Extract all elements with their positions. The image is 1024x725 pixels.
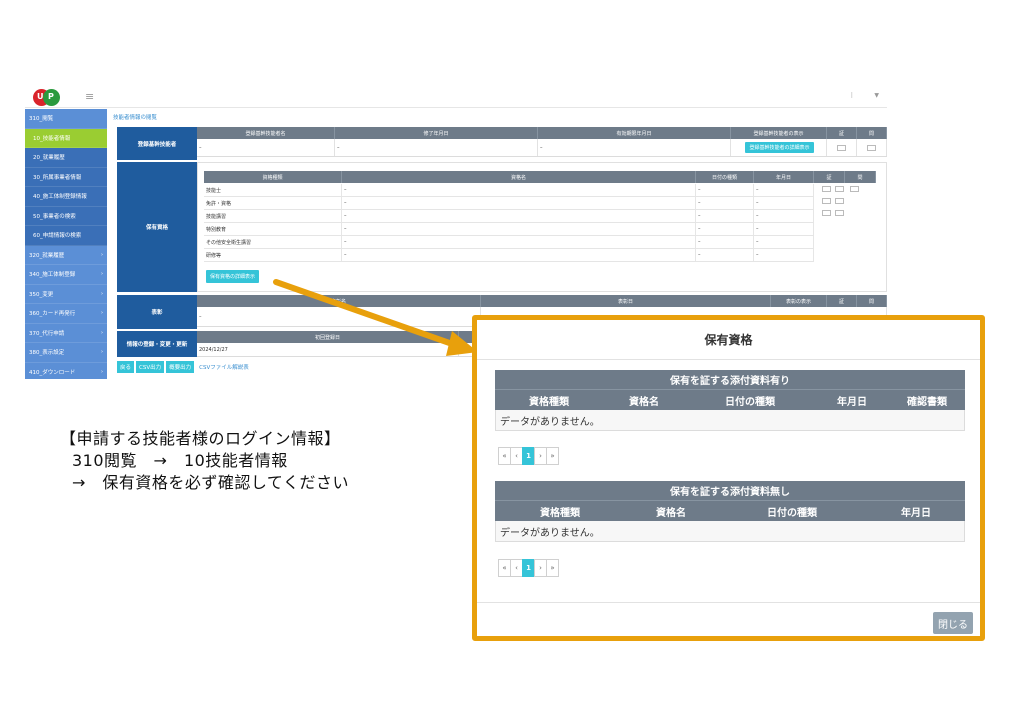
sidebar-item-320[interactable]: 320_就業履歴 › <box>25 246 107 265</box>
chevron-right-icon: › <box>101 290 103 297</box>
csv-button[interactable]: CSV出力 <box>136 361 165 373</box>
chevron-right-icon: › <box>101 368 103 375</box>
sidebar-item-340[interactable]: 340_施工体制登録 › <box>25 265 107 285</box>
proof-checkbox-column <box>818 185 848 221</box>
section-label-info-reg: 情報の登録・変更・更新 <box>117 331 197 357</box>
sidebar-item-380[interactable]: 380_表示設定 › <box>25 343 107 363</box>
modal-title: 保有資格 <box>477 320 980 360</box>
chevron-down-icon[interactable]: ▼ <box>874 92 879 99</box>
table-caption: 保有を証する添付資料無し <box>495 481 965 501</box>
chevron-right-icon: › <box>101 329 103 336</box>
last-page-button[interactable]: » <box>546 447 559 465</box>
proof-checkbox[interactable] <box>835 186 844 192</box>
basic-skill-detail-button[interactable]: 登録基幹技能者の詳細表示 <box>745 142 814 153</box>
table-row: 技能講習 – – – <box>204 210 814 223</box>
instruction-line-3: → 保有資格を必ず確認してください <box>72 473 349 492</box>
quals-detail-button[interactable]: 保有資格の詳細表示 <box>206 270 260 283</box>
empty-message: データがありません。 <box>495 521 965 542</box>
sidebar: 310_閲覧 10_技能者情報 20_就業履歴 30_所属事業者情報 40_施工… <box>25 109 107 379</box>
chevron-right-icon: › <box>101 251 103 258</box>
quals-modal: 保有資格 保有を証する添付資料有り 資格種類 資格名 日付の種類 年月日 確認書… <box>472 315 985 641</box>
instruction-line-2: 310閲覧 → 10技能者情報 <box>72 451 288 470</box>
chevron-right-icon: › <box>101 349 103 356</box>
pager: « ‹ 1 › » <box>498 559 559 577</box>
inquiry-checkbox[interactable] <box>867 144 876 151</box>
proof-checkbox[interactable] <box>835 198 844 204</box>
table-header: 資格種類 資格名 日付の種類 年月日 <box>495 501 965 521</box>
basic-skill-header: 登録基幹技能者名 修了年月日 有効期限年月日 登録基幹技能者の表示 証 問 <box>197 127 887 139</box>
summary-button[interactable]: 概要出力 <box>166 361 195 373</box>
pager: « ‹ 1 › » <box>498 447 559 465</box>
table-row: 研修等 – – – <box>204 249 814 262</box>
chevron-right-icon: › <box>101 310 103 317</box>
instruction-line-1: 【申請する技能者様のログイン情報】 <box>60 429 341 448</box>
table-row: 技能士 – – – <box>204 184 814 197</box>
section-label-awards: 表彰 <box>117 295 197 329</box>
bottom-buttons: 戻る CSV出力 概要出力 CSVファイル解説表 <box>117 361 249 373</box>
basic-skill-row: – – – 登録基幹技能者の詳細表示 <box>197 139 887 157</box>
table-row: 特別教育 – – – <box>204 223 814 236</box>
sidebar-item-360[interactable]: 360_カード再発行 › <box>25 304 107 324</box>
proof-checkbox[interactable] <box>822 186 831 192</box>
section-label-basic-skill: 登録基幹技能者 <box>117 127 197 160</box>
sidebar-item-10[interactable]: 10_技能者情報 <box>25 128 107 148</box>
menu-icon[interactable]: ≡ <box>85 90 94 103</box>
sidebar-item-40[interactable]: 40_施工体制登録情報 <box>25 187 107 207</box>
sidebar-item-410[interactable]: 410_ダウンロード › <box>25 363 107 380</box>
table-caption: 保有を証する添付資料有り <box>495 370 965 390</box>
sidebar-item-60[interactable]: 60_申請情報の検索 <box>25 226 107 246</box>
sidebar-item-370[interactable]: 370_代行申請 › <box>25 324 107 343</box>
breadcrumb: 技能者情報の閲覧 <box>113 115 158 121</box>
table-without-attachments: 保有を証する添付資料無し 資格種類 資格名 日付の種類 年月日 データがありませ… <box>495 481 965 542</box>
table-row: その他安全衛生講習 – – – <box>204 236 814 249</box>
table-header: 資格種類 資格名 日付の種類 年月日 確認書類 <box>495 390 965 410</box>
quals-panel: 資格種類 資格名 日付の種類 年月日 証 問 技能士 – – – 免許・資格 – – – 技… <box>197 162 887 292</box>
chevron-right-icon: › <box>101 271 103 278</box>
last-page-button[interactable]: » <box>546 559 559 577</box>
sidebar-item-20[interactable]: 20_就業履歴 <box>25 148 107 168</box>
logo: U P <box>33 89 67 106</box>
sidebar-item-30[interactable]: 30_所属事業者情報 <box>25 167 107 187</box>
inquiry-checkbox[interactable] <box>850 186 859 192</box>
table-with-attachments: 保有を証する添付資料有り 資格種類 資格名 日付の種類 年月日 確認書類 データ… <box>495 370 965 431</box>
sidebar-item-310[interactable]: 310_閲覧 <box>25 109 107 129</box>
back-button[interactable]: 戻る <box>117 361 135 373</box>
empty-message: データがありません。 <box>495 410 965 431</box>
awards-header: 表彰名 表彰日 表彰の表示 証 問 <box>197 295 887 307</box>
table-row: 免許・資格 – – – <box>204 197 814 210</box>
csv-guide-link[interactable]: CSVファイル解説表 <box>199 363 249 371</box>
proof-checkbox[interactable] <box>822 210 831 216</box>
close-button[interactable]: 閉じる <box>933 612 973 634</box>
proof-checkbox[interactable] <box>837 144 846 151</box>
proof-checkbox[interactable] <box>822 198 831 204</box>
sidebar-item-50[interactable]: 50_事業者の検索 <box>25 206 107 226</box>
modal-footer-divider <box>477 602 980 603</box>
more-icon[interactable]: ⁝ <box>850 91 853 100</box>
sidebar-item-350[interactable]: 350_変更 › <box>25 285 107 304</box>
instructions: 【申請する技能者様のログイン情報】 310閲覧 → 10技能者情報 → 保有資格… <box>60 428 349 494</box>
app-header: U P ≡ ⁝ ▼ <box>25 87 887 108</box>
section-label-quals: 保有資格 <box>117 162 197 292</box>
proof-checkbox[interactable] <box>835 210 844 216</box>
quals-header: 資格種類 資格名 日付の種類 年月日 証 問 <box>204 171 876 183</box>
